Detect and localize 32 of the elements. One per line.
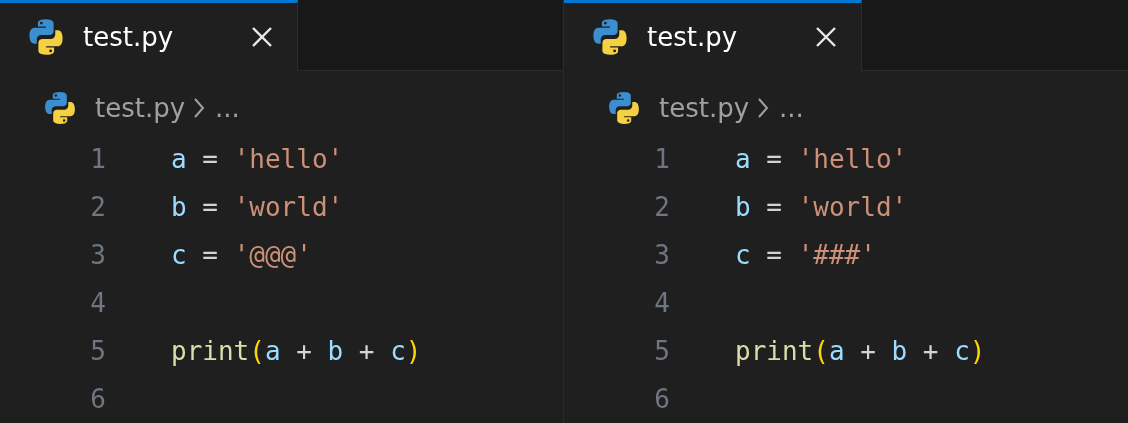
editor-tab[interactable]: test.py	[0, 0, 298, 72]
python-file-icon	[607, 91, 641, 126]
line-number: 4	[653, 288, 670, 318]
code-line: print(a + b + c)	[735, 336, 986, 366]
code-line: c = '@@@'	[171, 240, 312, 270]
breadcrumb-item[interactable]: test.py	[95, 93, 186, 124]
python-file-icon	[591, 18, 629, 57]
code-line: c = '###'	[735, 240, 876, 270]
python-file-icon	[27, 18, 65, 57]
line-number: 2	[89, 192, 106, 222]
code-line: print(a + b + c)	[171, 336, 422, 366]
line-number: 1	[89, 144, 106, 174]
code-line: a = 'hello'	[171, 144, 344, 174]
line-number: 5	[89, 336, 106, 366]
chevron-right-icon	[193, 97, 206, 120]
line-number: 2	[653, 192, 670, 222]
code-line: b = 'world'	[171, 192, 344, 222]
chevron-right-icon	[757, 97, 770, 120]
line-number: 4	[89, 288, 106, 318]
line-number: 1	[653, 144, 670, 174]
line-number: 5	[653, 336, 670, 366]
line-number: 6	[89, 384, 106, 414]
line-number: 6	[653, 384, 670, 414]
breadcrumb-item[interactable]: ...	[215, 93, 240, 124]
editor-tab[interactable]: test.py	[564, 0, 862, 72]
code-line: b = 'world'	[735, 192, 908, 222]
breadcrumb-item[interactable]: ...	[779, 93, 804, 124]
line-number: 3	[89, 240, 106, 270]
code-line: a = 'hello'	[735, 144, 908, 174]
python-file-icon	[43, 91, 77, 126]
breadcrumb-item[interactable]: test.py	[659, 93, 750, 124]
line-number: 3	[653, 240, 670, 270]
